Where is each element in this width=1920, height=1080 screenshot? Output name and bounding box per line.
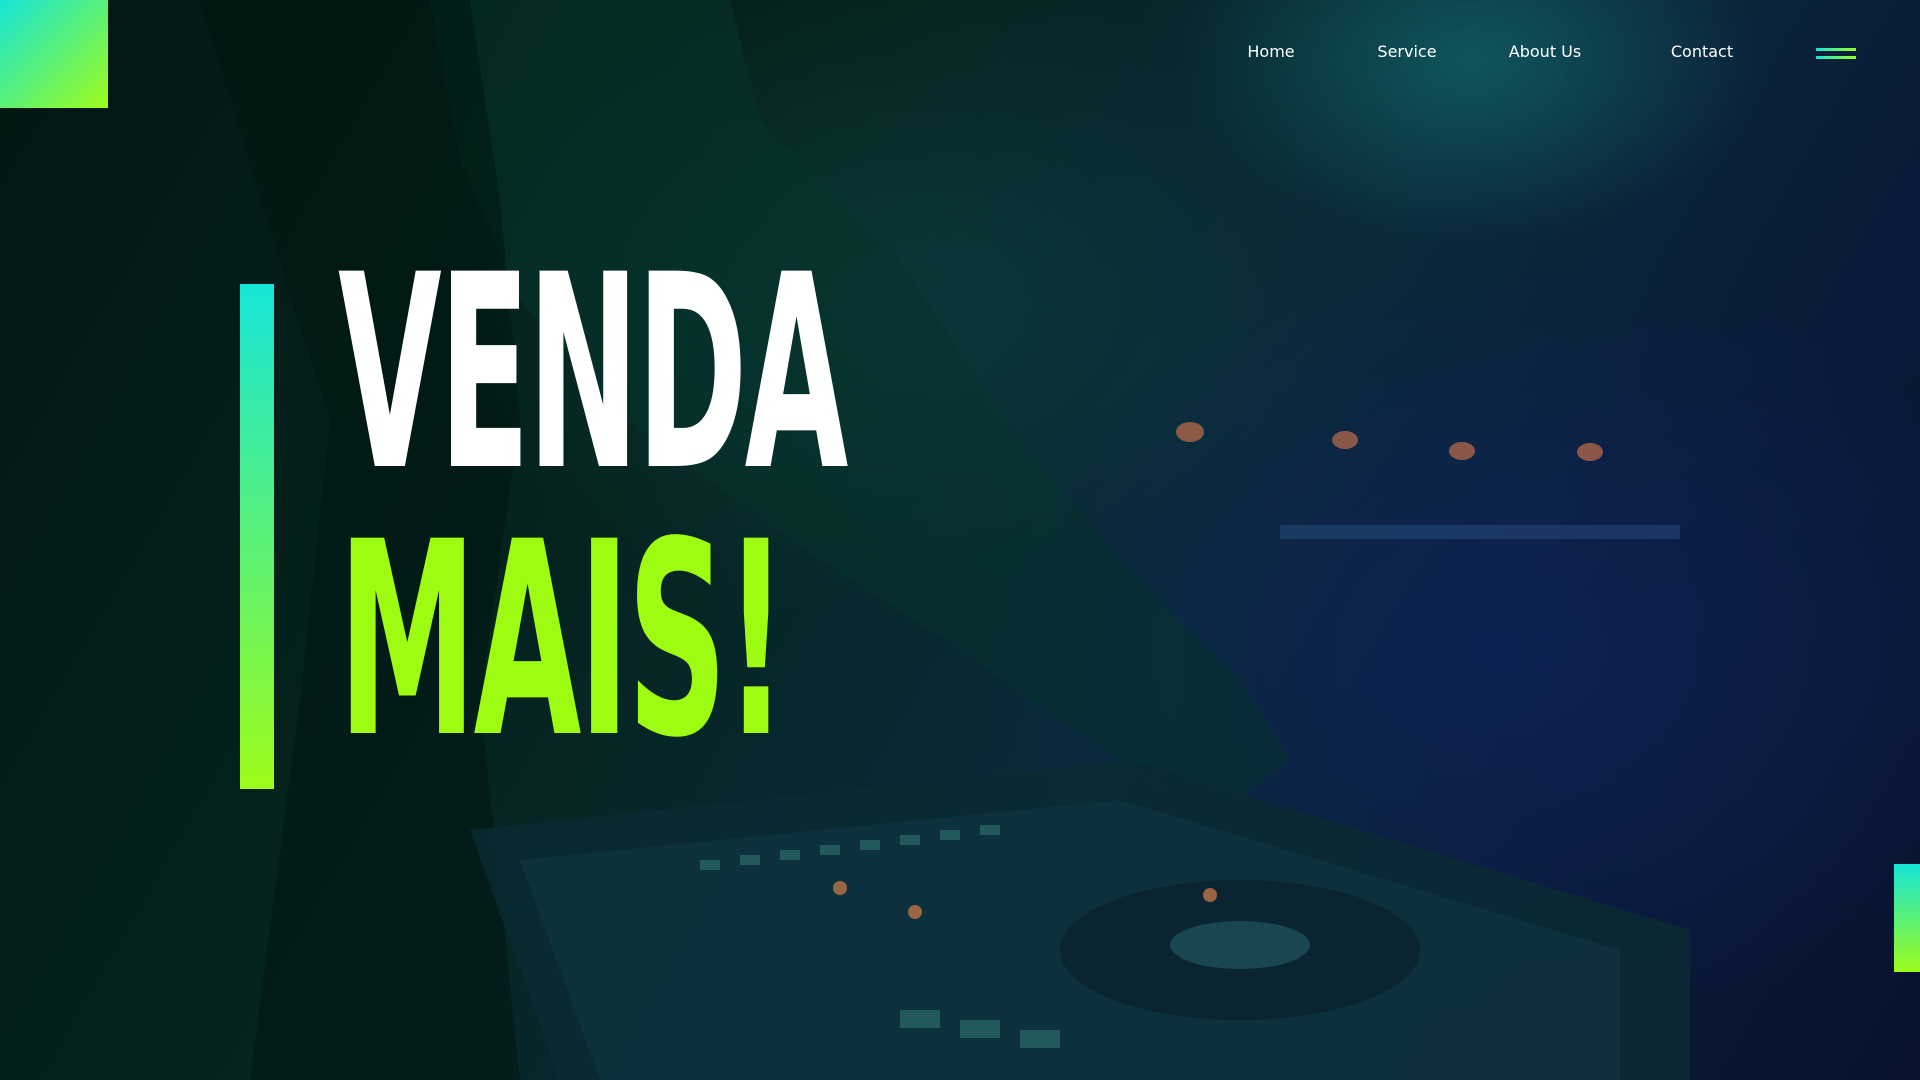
hero-headline: VENDA MAIS! bbox=[338, 240, 1353, 775]
hamburger-line bbox=[1816, 48, 1856, 51]
nav-link-service[interactable]: Service bbox=[1377, 42, 1436, 61]
hamburger-line bbox=[1816, 56, 1856, 59]
headline-line-mais: MAIS! bbox=[338, 485, 788, 797]
headline-accent-bar bbox=[240, 284, 274, 789]
hamburger-menu-icon[interactable] bbox=[1816, 48, 1856, 60]
right-edge-accent-block bbox=[1894, 864, 1920, 972]
top-navigation: Home Service About Us Contact bbox=[0, 42, 1920, 66]
nav-link-home[interactable]: Home bbox=[1247, 42, 1294, 61]
nav-link-about-us[interactable]: About Us bbox=[1509, 42, 1581, 61]
nav-link-contact[interactable]: Contact bbox=[1671, 42, 1733, 61]
headline-line-venda: VENDA bbox=[338, 218, 848, 530]
